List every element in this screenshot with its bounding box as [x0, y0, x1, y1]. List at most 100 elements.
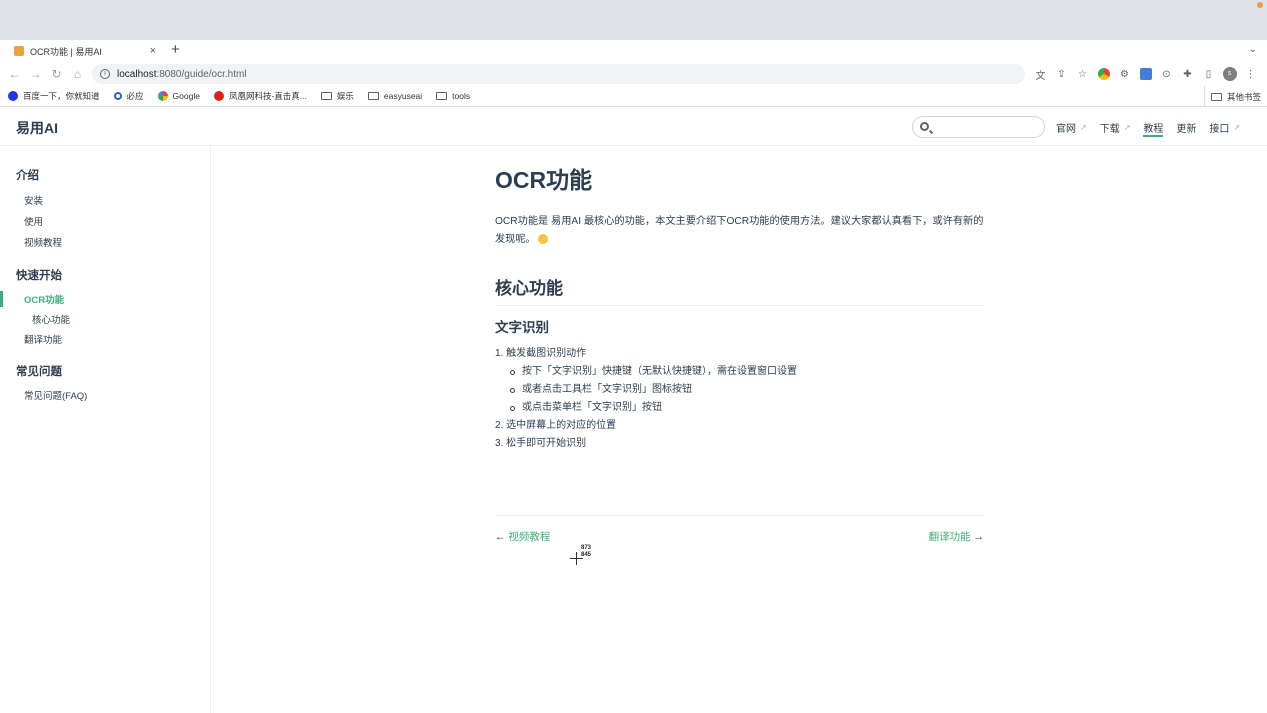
- bookmark-star-icon[interactable]: ☆: [1072, 64, 1093, 84]
- folder-icon: [1210, 92, 1222, 101]
- bookmark-label: 凤凰网科技-直击真...: [228, 91, 307, 101]
- share-icon[interactable]: ⇪: [1051, 64, 1072, 84]
- bookmark-bing[interactable]: 必应: [113, 90, 144, 102]
- bookmark-baidu[interactable]: 百度一下，你就知道: [8, 90, 100, 102]
- extensions-puzzle-icon[interactable]: ✚: [1177, 64, 1198, 84]
- sidebar-item-core-features[interactable]: 核心功能: [32, 312, 70, 326]
- other-bookmarks-label: 其他书签: [1226, 91, 1261, 102]
- list-item: 2. 选中屏幕上的对应的位置: [495, 420, 617, 431]
- bookmark-label: 必应: [126, 91, 144, 101]
- nav-links: 官网 ↗ 下载 ↗ 教程 更新 接口 ↗: [1056, 108, 1253, 146]
- bookmark-google[interactable]: Google: [157, 91, 200, 101]
- url-path: :8080/guide/ocr.html: [156, 68, 247, 80]
- chrome-extension-icon[interactable]: [1093, 64, 1114, 84]
- bookmark-label: 娱乐: [336, 91, 354, 101]
- address-bar[interactable]: i localhost:8080/guide/ocr.html: [92, 64, 1025, 84]
- nav-link-label: 教程: [1143, 123, 1164, 135]
- url-host: localhost: [117, 68, 157, 80]
- search-icon: [113, 92, 122, 100]
- site-title[interactable]: 易用AI: [16, 118, 58, 138]
- folder-icon: [320, 92, 332, 100]
- folder-icon: [436, 92, 448, 100]
- tab-close-icon[interactable]: ×: [150, 45, 156, 57]
- sidebar-item-video-tutorial[interactable]: 视频教程: [24, 235, 62, 249]
- bookmark-label: easyuseai: [383, 91, 423, 101]
- bookmark-folder-tools[interactable]: tools: [436, 91, 470, 101]
- settings-extension-icon[interactable]: ⚙: [1114, 64, 1135, 84]
- home-icon[interactable]: ⌂: [67, 67, 88, 81]
- cursor-x-readout: 873: [581, 545, 592, 551]
- bookmark-label: tools: [452, 91, 471, 101]
- tab-favicon-icon: [14, 46, 24, 56]
- devtools-extension-icon[interactable]: ⊙: [1156, 64, 1177, 84]
- site-info-icon[interactable]: i: [100, 69, 110, 79]
- translate-extension-icon[interactable]: [1135, 64, 1156, 84]
- list-item: 3. 松手即可开始识别: [495, 438, 587, 449]
- prev-page-link[interactable]: ← 视频教程: [495, 529, 550, 544]
- bookmark-folder-easyuseai[interactable]: easyuseai: [367, 91, 423, 101]
- nav-link-download[interactable]: 下载 ↗: [1100, 108, 1131, 146]
- bookmark-label: Google: [172, 91, 200, 101]
- recording-indicator: [1257, 2, 1263, 8]
- nav-link-official-site[interactable]: 官网 ↗: [1056, 108, 1087, 146]
- sidebar-group-faq[interactable]: 常见问题: [16, 363, 62, 379]
- sidebar-item-faq[interactable]: 常见问题(FAQ): [24, 388, 87, 402]
- bullet-circle-icon: [510, 387, 515, 393]
- translate-icon[interactable]: 文: [1030, 64, 1051, 84]
- search-icon: [920, 122, 929, 131]
- sub-list-item: 按下「文字识别」快捷键（无默认快捷键），需在设置窗口设置: [495, 363, 797, 381]
- phoenix-icon: [213, 91, 224, 101]
- nav-link-label: 更新: [1176, 123, 1197, 135]
- sidebar-group-intro[interactable]: 介绍: [16, 167, 39, 183]
- kebab-menu-icon[interactable]: ⋮: [1240, 64, 1261, 84]
- bookmarks-bar: 百度一下，你就知道 必应 Google 凤凰网科技-直击真... 娱乐 easy…: [0, 86, 1267, 107]
- external-link-icon: ↗: [1080, 122, 1087, 132]
- browser-tab[interactable]: OCR功能 | 易用AI ×: [6, 40, 164, 62]
- bullet-circle-icon: [510, 369, 515, 375]
- profile-avatar[interactable]: s: [1219, 64, 1240, 84]
- sidebar-group-quick-start[interactable]: 快速开始: [16, 267, 62, 283]
- bookmark-label: 百度一下，你就知道: [23, 91, 100, 101]
- next-page-link[interactable]: 翻译功能 →: [929, 529, 984, 544]
- nav-link-label: 接口: [1209, 123, 1230, 135]
- sub-list-item-text: 或点击菜单栏「文字识别」按钮: [522, 402, 662, 413]
- steps-list: 1. 触发截图识别动作 按下「文字识别」快捷键（无默认快捷键），需在设置窗口设置…: [495, 345, 797, 453]
- tab-search-chevron-icon[interactable]: ⌄: [1249, 44, 1257, 55]
- back-icon[interactable]: ←: [4, 67, 25, 81]
- sidebar-item-install[interactable]: 安装: [24, 193, 43, 207]
- sidebar-item-ocr[interactable]: OCR功能: [24, 292, 64, 306]
- section-heading: 核心功能: [495, 274, 984, 306]
- cursor-y-readout: 845: [581, 552, 592, 558]
- reload-icon[interactable]: ↻: [46, 67, 67, 81]
- google-icon: [157, 91, 168, 101]
- bullet-circle-icon: [510, 405, 515, 411]
- sidebar-active-indicator: [0, 291, 3, 307]
- sub-list-item: 或点击菜单栏「文字识别」按钮: [495, 399, 797, 417]
- list-item: 1. 触发截图识别动作: [495, 348, 587, 359]
- nav-link-api[interactable]: 接口 ↗: [1209, 108, 1240, 146]
- nav-link-changelog[interactable]: 更新: [1176, 108, 1196, 146]
- sidebar-item-translate[interactable]: 翻译功能: [24, 332, 62, 346]
- subsection-heading: 文字识别: [495, 320, 549, 335]
- intro-paragraph: OCR功能是 易用AI 最核心的功能，本文主要介绍下OCR功能的使用方法。建议大…: [495, 213, 984, 249]
- search-input[interactable]: [912, 116, 1045, 138]
- sidebar-item-usage[interactable]: 使用: [24, 214, 43, 228]
- browser-titlebar: [0, 0, 1267, 40]
- sub-list-item-text: 按下「文字识别」快捷键（无默认快捷键），需在设置窗口设置: [522, 366, 797, 377]
- external-link-icon: ↗: [1123, 122, 1131, 132]
- new-tab-button[interactable]: +: [171, 42, 180, 58]
- folder-icon: [367, 92, 379, 100]
- nav-link-tutorial[interactable]: 教程: [1143, 108, 1164, 146]
- sub-list-item: 或者点击工具栏「文字识别」图标按钮: [495, 381, 797, 399]
- bookmark-folder-entertainment[interactable]: 娱乐: [320, 90, 354, 102]
- other-bookmarks[interactable]: 其他书签: [1203, 86, 1261, 107]
- page-navigation: ← 视频教程 翻译功能 →: [495, 515, 984, 555]
- forward-icon[interactable]: →: [25, 67, 46, 81]
- bookmark-phoenix[interactable]: 凤凰网科技-直击真...: [213, 90, 307, 102]
- sidebar: 介绍 安装 使用 视频教程 快速开始 OCR功能 核心功能 翻译功能 常见问题 …: [0, 146, 211, 713]
- side-panel-icon[interactable]: ▯: [1198, 64, 1219, 84]
- prev-page-label: 视频教程: [508, 531, 551, 543]
- nav-link-label: 官网: [1056, 123, 1076, 135]
- paw-icon: [8, 91, 18, 101]
- arrow-left-icon: ←: [495, 531, 509, 543]
